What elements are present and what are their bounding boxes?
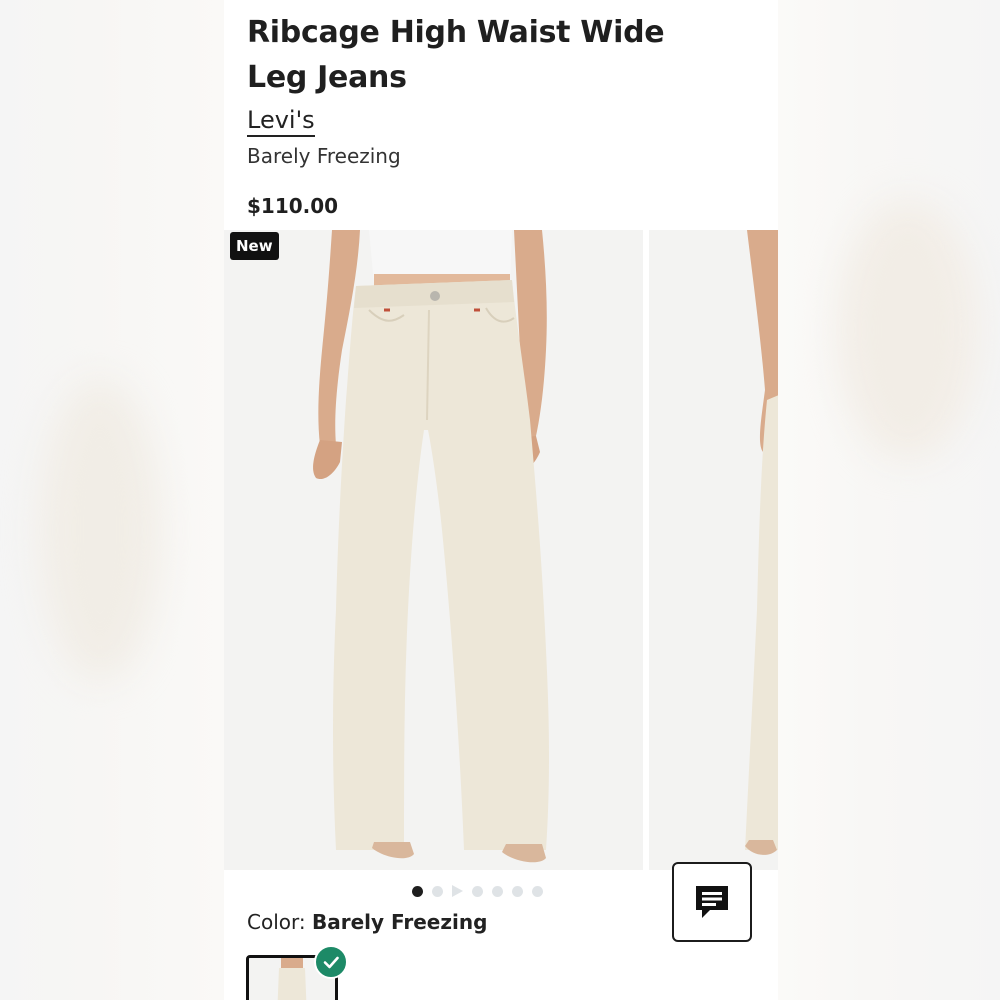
- color-label: Color:: [247, 910, 306, 934]
- product-photo-jeans: [224, 230, 643, 870]
- carousel-dot[interactable]: [492, 885, 503, 897]
- product-photo-jeans-partial: [649, 230, 778, 870]
- product-image-2[interactable]: [649, 230, 778, 870]
- check-icon: [314, 945, 348, 979]
- carousel-dot[interactable]: [432, 885, 443, 897]
- carousel-dot[interactable]: [532, 885, 543, 897]
- selected-color-name: Barely Freezing: [311, 910, 488, 934]
- product-color-name: Barely Freezing: [247, 144, 401, 168]
- chat-icon: [696, 886, 728, 918]
- carousel-dot[interactable]: [472, 885, 483, 897]
- carousel-pagination: [412, 884, 543, 898]
- color-label-row: Color: Barely Freezing: [247, 910, 487, 934]
- carousel-dot[interactable]: [512, 885, 523, 897]
- chat-button[interactable]: [672, 862, 752, 942]
- product-image-carousel[interactable]: New: [224, 230, 778, 870]
- brand-link[interactable]: Levi's: [247, 106, 315, 137]
- product-price: $110.00: [247, 194, 339, 218]
- product-page: Ribcage High Waist Wide Leg Jeans Levi's…: [224, 0, 778, 1000]
- new-badge: New: [230, 232, 279, 260]
- product-image-1[interactable]: New: [224, 230, 643, 870]
- play-icon[interactable]: [452, 885, 463, 897]
- product-title: Ribcage High Waist Wide Leg Jeans: [247, 15, 665, 95]
- blurred-background-left: [0, 0, 224, 1000]
- blurred-background-right: [778, 0, 1000, 1000]
- carousel-dot[interactable]: [412, 885, 423, 897]
